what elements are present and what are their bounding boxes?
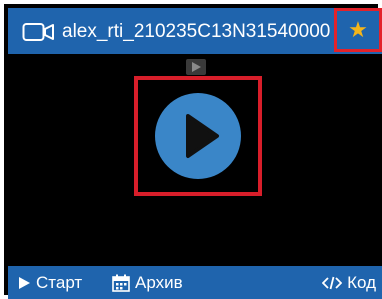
favorite-button[interactable]: ★ (334, 8, 382, 52)
star-icon: ★ (348, 17, 368, 42)
play-button-highlight[interactable] (134, 76, 262, 196)
archive-label: Архив (135, 272, 183, 292)
camera-icon (22, 23, 54, 41)
play-triangle-icon (19, 276, 30, 289)
start-label: Старт (36, 272, 83, 292)
archive-button[interactable]: Архив (112, 266, 183, 299)
play-button[interactable] (155, 93, 241, 179)
calendar-icon (112, 274, 130, 292)
code-button[interactable]: Код (322, 266, 376, 299)
camera-widget: alex_rti_210235C13N31540000 ★ Старт Архи… (0, 0, 382, 299)
code-label: Код (347, 272, 376, 292)
code-icon (322, 276, 343, 289)
start-button[interactable]: Старт (18, 266, 82, 299)
video-area[interactable] (8, 54, 382, 266)
widget-header: alex_rti_210235C13N31540000 ★ (8, 8, 382, 54)
widget-footer: Старт Архив Код (8, 266, 382, 299)
small-play-icon (186, 59, 206, 75)
play-icon (186, 114, 219, 158)
camera-title: alex_rti_210235C13N31540000 (62, 21, 330, 42)
